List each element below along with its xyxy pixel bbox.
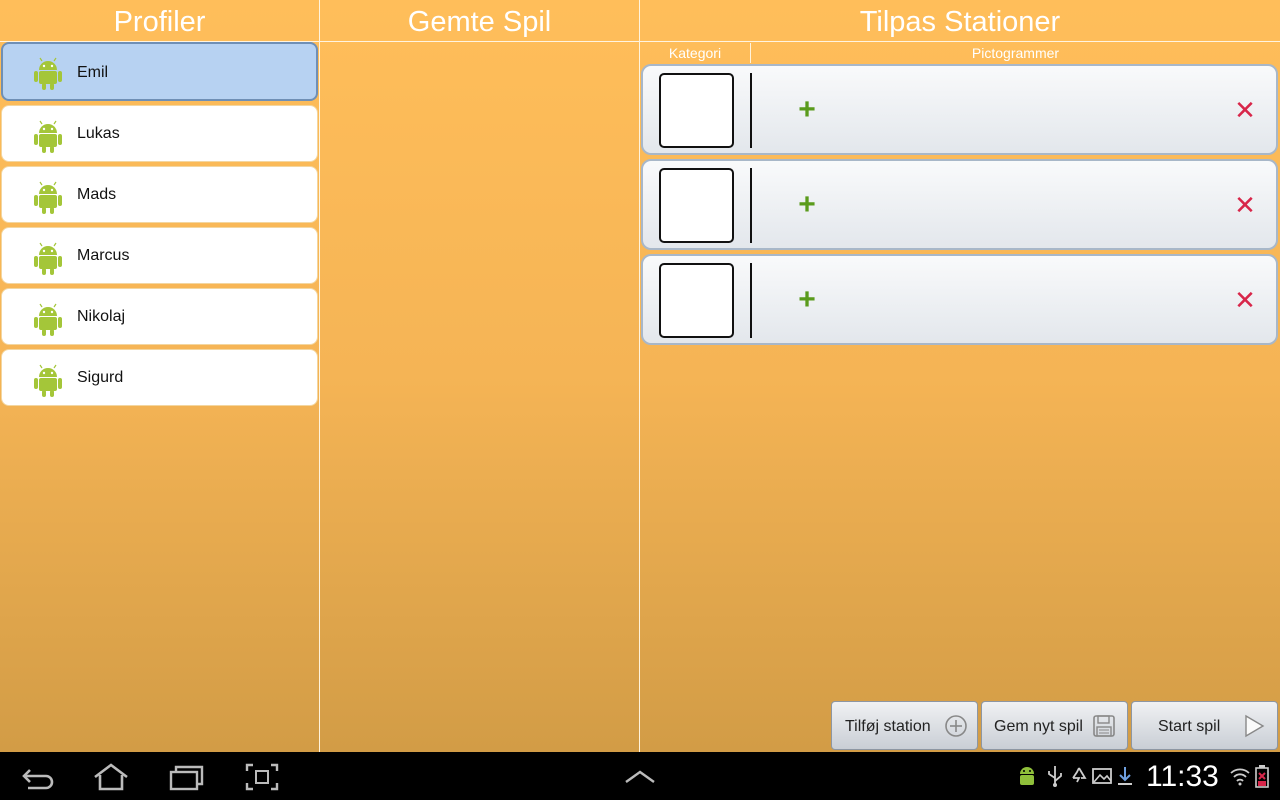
profile-name: Lukas <box>77 125 120 142</box>
start-game-label: Start spil <box>1158 718 1221 735</box>
battery-icon <box>1255 765 1269 788</box>
station-divider <box>750 73 752 148</box>
android-icon <box>34 242 62 275</box>
recent-apps-icon[interactable] <box>168 762 204 792</box>
add-station-button[interactable]: Tilføj station <box>831 701 978 750</box>
saved-games-header: Gemte Spil <box>320 0 639 42</box>
add-circle-icon <box>945 715 967 737</box>
back-icon[interactable] <box>20 762 56 792</box>
profile-item-nikolaj[interactable]: Nikolaj <box>1 288 318 345</box>
category-column-header: Kategori <box>668 45 722 61</box>
station-row: + ✕ <box>641 64 1278 155</box>
stations-header: Tilpas Stationer <box>640 0 1280 42</box>
start-game-button[interactable]: Start spil <box>1131 701 1278 750</box>
pictograms-column-header: Pictogrammer <box>971 45 1060 61</box>
save-game-label: Gem nyt spil <box>994 718 1083 735</box>
gallery-icon <box>1092 768 1112 784</box>
add-station-label: Tilføj station <box>845 718 931 735</box>
profile-name: Emil <box>77 64 109 81</box>
download-icon <box>1118 767 1132 785</box>
android-icon <box>34 57 62 90</box>
profiles-header: Profiler <box>0 0 319 42</box>
floppy-disk-icon <box>1093 715 1115 737</box>
column-divider <box>639 0 640 752</box>
expand-up-icon[interactable] <box>622 762 658 792</box>
station-row: + ✕ <box>641 159 1278 250</box>
category-slot[interactable] <box>659 73 734 148</box>
profile-name: Mads <box>77 186 117 203</box>
play-icon <box>1245 714 1265 738</box>
station-row: + ✕ <box>641 254 1278 345</box>
profile-item-mads[interactable]: Mads <box>1 166 318 223</box>
android-debug-icon <box>1020 767 1034 785</box>
profile-name: Nikolaj <box>77 308 126 325</box>
profile-name: Marcus <box>77 247 130 264</box>
close-icon[interactable]: ✕ <box>1231 282 1259 318</box>
screenshot-icon[interactable] <box>244 762 280 792</box>
recycle-icon <box>1072 767 1087 783</box>
plus-icon[interactable]: + <box>793 187 821 223</box>
category-slot[interactable] <box>659 263 734 338</box>
plus-icon[interactable]: + <box>793 282 821 318</box>
profile-item-emil[interactable]: Emil <box>1 42 318 101</box>
profile-list: Emil Lukas Mads Marcus Nikolaj Sigurd <box>0 42 319 410</box>
wifi-icon <box>1230 768 1250 786</box>
status-clock: 11:33 <box>1146 760 1219 793</box>
profile-item-sigurd[interactable]: Sigurd <box>1 349 318 406</box>
usb-icon <box>1048 766 1062 787</box>
station-divider <box>750 263 752 338</box>
saved-games-list <box>320 42 639 692</box>
android-icon <box>34 120 62 153</box>
category-slot[interactable] <box>659 168 734 243</box>
plus-icon[interactable]: + <box>793 92 821 128</box>
profile-name: Sigurd <box>77 369 124 386</box>
station-divider <box>750 168 752 243</box>
profile-item-marcus[interactable]: Marcus <box>1 227 318 284</box>
android-icon <box>34 303 62 336</box>
android-icon <box>34 364 62 397</box>
profile-item-lukas[interactable]: Lukas <box>1 105 318 162</box>
save-game-button[interactable]: Gem nyt spil <box>981 701 1128 750</box>
android-icon <box>34 181 62 214</box>
close-icon[interactable]: ✕ <box>1231 187 1259 223</box>
home-icon[interactable] <box>93 762 129 792</box>
close-icon[interactable]: ✕ <box>1231 92 1259 128</box>
system-navigation-bar: 11:33 <box>0 752 1280 800</box>
app-window: Profiler Gemte Spil Tilpas Stationer Emi… <box>0 0 1280 752</box>
